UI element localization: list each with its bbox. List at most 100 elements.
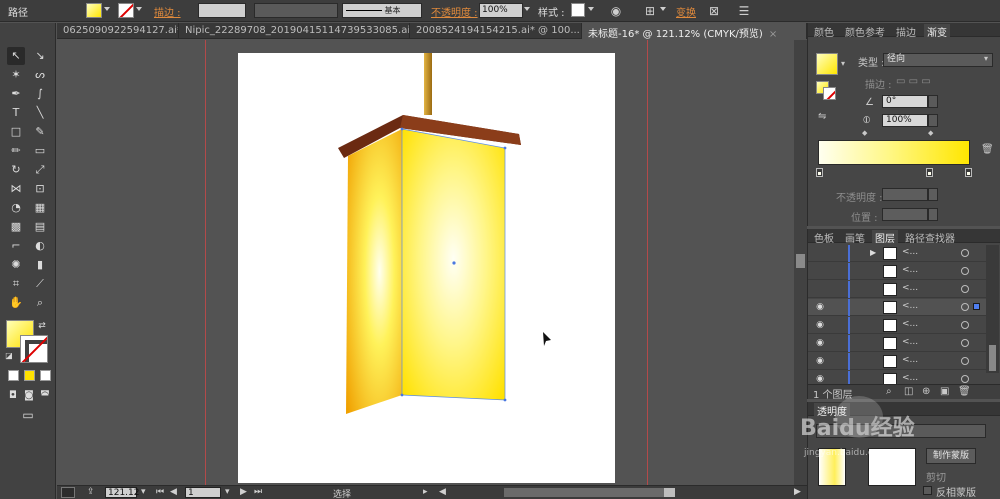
- target-circle-icon[interactable]: [961, 339, 969, 347]
- tab-swatches[interactable]: 色板: [814, 230, 834, 245]
- visibility-toggle[interactable]: [814, 283, 826, 295]
- zoom-tool-icon[interactable]: ⌕: [31, 294, 49, 312]
- target-circle-icon[interactable]: [961, 357, 969, 365]
- eyedropper-tool-icon[interactable]: ⌐: [7, 237, 25, 255]
- tab-document-active[interactable]: 未标题-16* @ 121.12% (CMYK/预览) ×: [582, 23, 807, 39]
- layer-name[interactable]: <...: [902, 373, 918, 383]
- layer-row[interactable]: ◉ <...: [808, 317, 988, 334]
- visibility-eye-icon[interactable]: ◉: [814, 301, 826, 313]
- stroke-color-box[interactable]: [20, 335, 48, 363]
- paintbrush-tool-icon[interactable]: ✎: [31, 123, 49, 141]
- selection-tool-icon[interactable]: ↖: [7, 47, 25, 65]
- blend-tool-icon[interactable]: ◐: [31, 237, 49, 255]
- align-icon[interactable]: ⊞: [642, 3, 658, 19]
- lasso-tool-icon[interactable]: ᔕ: [31, 66, 49, 84]
- gradient-tool-icon[interactable]: ▤: [31, 218, 49, 236]
- anchor-point[interactable]: [400, 393, 404, 397]
- opacity-field[interactable]: 100%: [479, 3, 523, 18]
- share-icon[interactable]: ⇪: [87, 487, 95, 497]
- reverse-gradient-icon[interactable]: ⇋: [818, 111, 826, 122]
- tab-color[interactable]: 颜色: [814, 24, 834, 39]
- slice-tool-icon[interactable]: ⟋: [31, 275, 49, 293]
- midpoint-marker-icon[interactable]: ◆: [862, 129, 867, 137]
- target-circle-icon[interactable]: [961, 321, 969, 329]
- isolate-icon[interactable]: ⊠: [706, 3, 722, 19]
- align-chevron-icon[interactable]: [660, 7, 666, 11]
- anchor-point[interactable]: [503, 398, 507, 402]
- make-mask-button[interactable]: 制作蒙版: [926, 448, 976, 464]
- stroke-dropdown-chevron-icon[interactable]: [136, 7, 142, 11]
- locate-object-icon[interactable]: ⌕: [886, 386, 892, 397]
- visibility-toggle[interactable]: [814, 247, 826, 259]
- transform-link[interactable]: 变换: [676, 4, 696, 19]
- aspect-ratio-field[interactable]: 100%: [882, 114, 928, 127]
- layer-row[interactable]: <...: [808, 263, 988, 280]
- object-thumbnail[interactable]: [818, 448, 846, 486]
- graphic-style-swatch[interactable]: [571, 3, 585, 17]
- gradient-preview-swatch[interactable]: [816, 53, 838, 75]
- lantern-left-panel[interactable]: [346, 129, 402, 414]
- perspective-grid-tool-icon[interactable]: ▦: [31, 199, 49, 217]
- last-artboard-icon[interactable]: ⏭: [254, 487, 262, 497]
- delete-layer-icon[interactable]: 🗑: [958, 386, 971, 397]
- tab-pathfinder[interactable]: 路径查找器: [905, 230, 955, 245]
- hand-tool-icon[interactable]: ✋: [7, 294, 25, 312]
- visibility-toggle[interactable]: [814, 265, 826, 277]
- swap-fill-stroke-icon[interactable]: ⇄: [36, 320, 48, 332]
- scroll-right-icon[interactable]: ▶: [794, 487, 801, 497]
- lantern-artwork[interactable]: [238, 53, 615, 483]
- type-tool-icon[interactable]: T: [7, 104, 25, 122]
- vertical-scrollbar[interactable]: [794, 40, 807, 485]
- fill-swatch[interactable]: [86, 3, 102, 18]
- anchor-point[interactable]: [400, 127, 404, 131]
- layer-row[interactable]: ◉ <...: [808, 299, 988, 316]
- blend-mode-select[interactable]: [816, 424, 986, 438]
- gradient-opacity-field[interactable]: [882, 188, 928, 201]
- artboard-chevron-icon[interactable]: ▾: [225, 487, 230, 497]
- gradient-slider[interactable]: [818, 140, 970, 165]
- tab-document-1[interactable]: 0625090922594127.ai*×: [57, 23, 179, 39]
- location-chevron-icon[interactable]: [928, 208, 938, 221]
- status-menu-icon[interactable]: ▸: [423, 487, 428, 497]
- opacity-panel-link[interactable]: 不透明度 :: [431, 4, 478, 19]
- location-field[interactable]: [882, 208, 928, 221]
- gradient-mode-icon[interactable]: [24, 370, 35, 381]
- layer-row[interactable]: <...: [808, 281, 988, 298]
- layers-scrollbar[interactable]: [986, 245, 999, 373]
- tab-document-2[interactable]: Nipic_22289708_20190415114739533085.ai*×: [179, 23, 410, 39]
- tab-transparency[interactable]: 透明度: [814, 403, 850, 418]
- stroke-weight-field[interactable]: [198, 3, 246, 18]
- artboard-tool-icon[interactable]: ⌗: [7, 275, 25, 293]
- zoom-chevron-icon[interactable]: ▾: [141, 487, 146, 497]
- mesh-tool-icon[interactable]: ▩: [7, 218, 25, 236]
- eraser-tool-icon[interactable]: ▭: [31, 142, 49, 160]
- layer-name[interactable]: <...: [902, 337, 918, 347]
- target-circle-icon[interactable]: [961, 285, 969, 293]
- recolor-artwork-icon[interactable]: ◉: [608, 3, 624, 19]
- none-mode-icon[interactable]: [40, 370, 51, 381]
- visibility-eye-icon[interactable]: ◉: [814, 337, 826, 349]
- tab-color-guide[interactable]: 颜色参考: [845, 24, 885, 39]
- close-icon[interactable]: ×: [769, 29, 777, 39]
- magic-wand-tool-icon[interactable]: ✶: [7, 66, 25, 84]
- stroke-mini-swatch[interactable]: [823, 87, 836, 100]
- angle-field[interactable]: 0°: [882, 95, 928, 108]
- target-circle-icon[interactable]: [961, 267, 969, 275]
- stroke-panel-link[interactable]: 描边 :: [154, 4, 181, 19]
- scale-tool-icon[interactable]: ⤢: [31, 161, 49, 179]
- layer-row[interactable]: ◉ <...: [808, 353, 988, 370]
- tab-gradient[interactable]: 渐变: [924, 24, 950, 39]
- gradient-preview-chevron-icon[interactable]: ▾: [841, 59, 845, 68]
- layer-row[interactable]: ◉ <...: [808, 335, 988, 352]
- layer-name[interactable]: <...: [902, 301, 918, 311]
- layer-name[interactable]: <...: [902, 247, 918, 257]
- gradient-opacity-chevron-icon[interactable]: [928, 188, 938, 201]
- panel-options-icon[interactable]: ☰: [736, 3, 752, 19]
- direct-selection-tool-icon[interactable]: ↘: [31, 47, 49, 65]
- layers-scroll-thumb[interactable]: [989, 345, 996, 371]
- rectangle-tool-icon[interactable]: □: [7, 123, 25, 141]
- mask-thumbnail[interactable]: [868, 448, 916, 486]
- fill-dropdown-chevron-icon[interactable]: [104, 7, 110, 11]
- artboard[interactable]: [238, 53, 615, 483]
- color-mode-icon[interactable]: [8, 370, 19, 381]
